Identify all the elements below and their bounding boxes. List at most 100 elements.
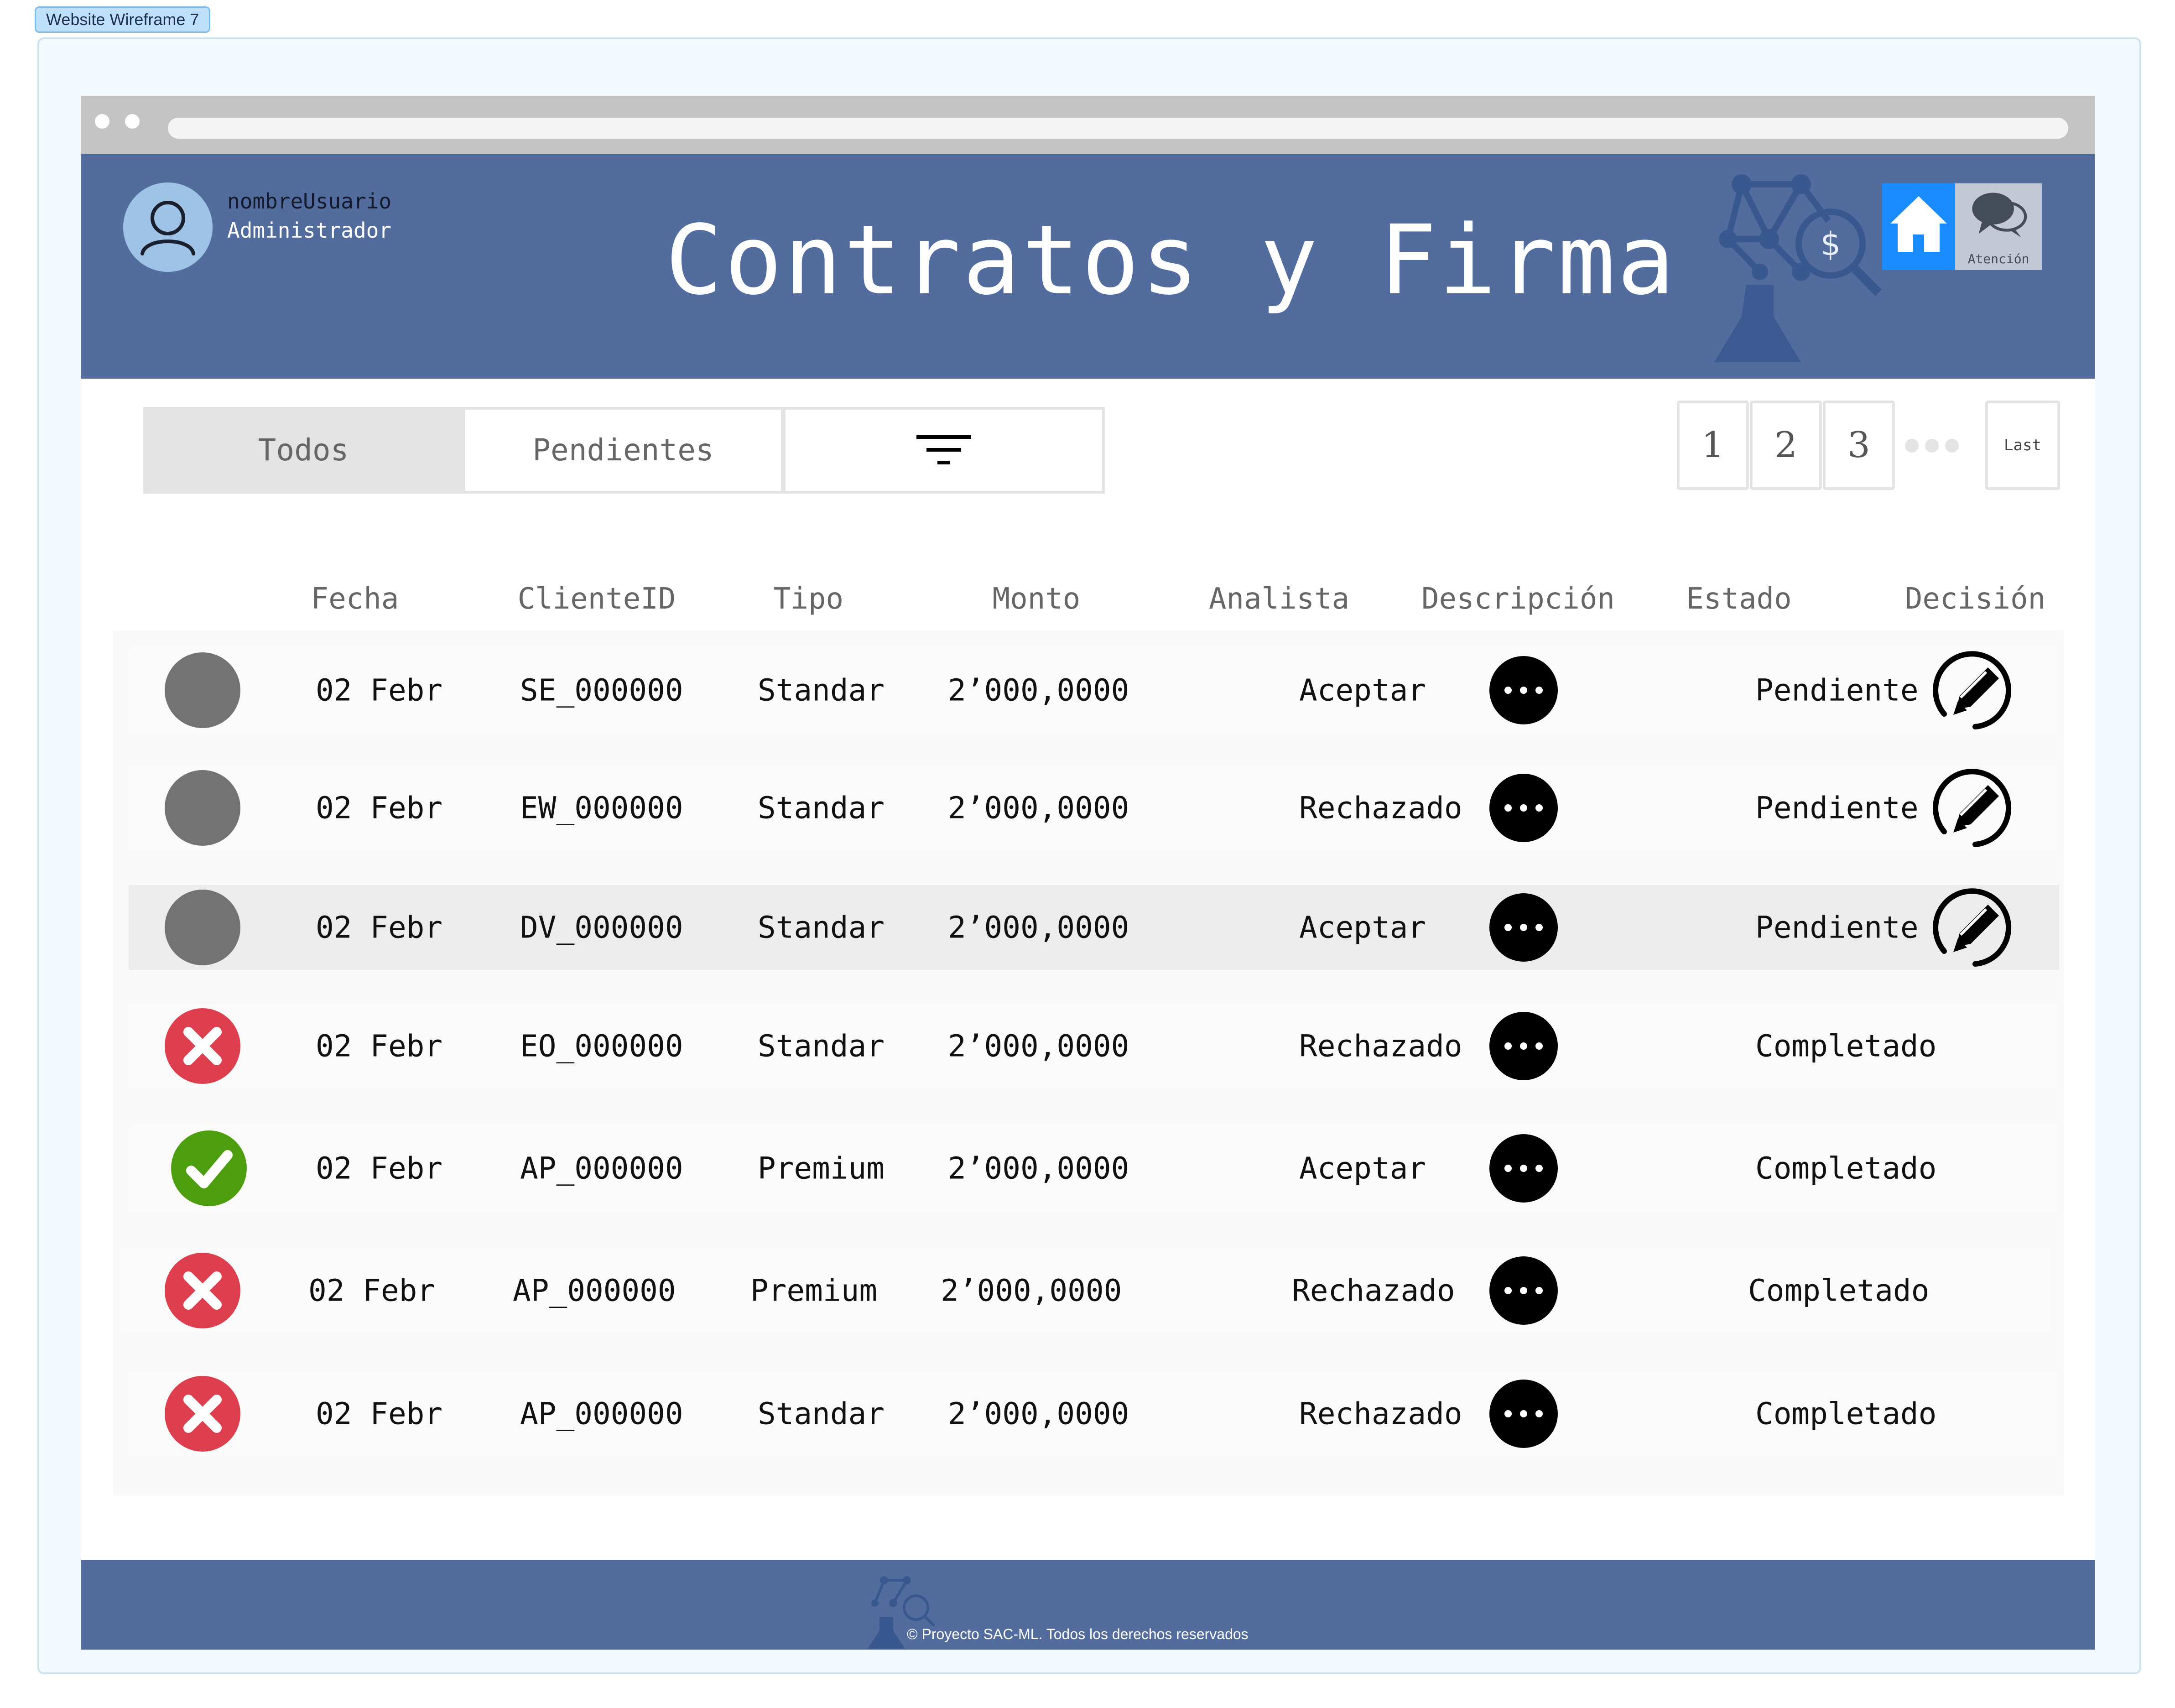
column-header[interactable]: ClienteID bbox=[518, 582, 676, 616]
page-button-2[interactable]: 2 bbox=[1750, 401, 1822, 490]
description-more-button[interactable] bbox=[1489, 1012, 1558, 1080]
cell-fecha: 02 Febr bbox=[316, 672, 443, 708]
table-row[interactable]: 02 Febr DV_000000 Standar 2’000,0000 Aceptar… bbox=[129, 885, 2059, 970]
logo-network-flask-icon: $ bbox=[1714, 174, 1882, 362]
more-dot bbox=[1520, 924, 1527, 931]
decision-edit-button[interactable] bbox=[1930, 646, 2020, 735]
cell-cliente-id: AP_000000 bbox=[513, 1273, 676, 1308]
attention-label: Atención bbox=[1967, 251, 2029, 266]
cell-analista: Aceptar bbox=[1299, 672, 1426, 708]
tab-todos[interactable]: Todos bbox=[143, 407, 463, 494]
column-header[interactable]: Descripción bbox=[1421, 582, 1615, 616]
cell-analista: Rechazado bbox=[1292, 1273, 1455, 1308]
user-role: Administrador bbox=[227, 218, 392, 243]
pagination-ellipsis bbox=[1905, 439, 1965, 454]
table-row[interactable]: 02 Febr EO_000000 Standar 2’000,0000 Rechaza… bbox=[129, 1004, 2059, 1088]
cell-cliente-id: DV_000000 bbox=[520, 910, 683, 945]
more-dot bbox=[1535, 924, 1543, 931]
more-dot bbox=[1520, 1042, 1527, 1050]
table-row[interactable]: 02 Febr AP_000000 Premium 2’000,0000 Rechaza… bbox=[121, 1248, 2052, 1333]
user-icon bbox=[140, 201, 195, 255]
chat-bubbles-icon bbox=[1972, 193, 2027, 238]
window-dot bbox=[95, 114, 109, 129]
description-more-button[interactable] bbox=[1489, 1134, 1558, 1203]
column-header[interactable]: Estado bbox=[1686, 582, 1791, 616]
cell-estado: Completado bbox=[1755, 1028, 1937, 1064]
column-header[interactable]: Decisión bbox=[1905, 582, 2045, 616]
cell-monto: 2’000,0000 bbox=[948, 910, 1129, 945]
status-pending-indicator bbox=[165, 770, 240, 846]
svg-text:$: $ bbox=[1821, 225, 1841, 263]
pencil-edit-icon bbox=[1933, 651, 2012, 729]
more-dot bbox=[1520, 687, 1527, 694]
cell-fecha: 02 Febr bbox=[316, 790, 443, 826]
home-icon bbox=[1890, 196, 1947, 252]
cell-cliente-id: SE_000000 bbox=[520, 672, 683, 708]
cell-estado: Completado bbox=[1755, 1151, 1937, 1186]
more-dot bbox=[1535, 1165, 1543, 1172]
cell-analista: Rechazado bbox=[1299, 1028, 1462, 1064]
cell-monto: 2’000,0000 bbox=[948, 1396, 1129, 1432]
cell-cliente-id: AP_000000 bbox=[520, 1151, 683, 1186]
more-dot bbox=[1535, 1410, 1543, 1417]
cell-estado: Completado bbox=[1755, 1396, 1937, 1432]
cell-monto: 2’000,0000 bbox=[941, 1273, 1122, 1308]
cell-tipo: Standar bbox=[757, 1396, 885, 1432]
cell-analista: Rechazado bbox=[1299, 1396, 1462, 1432]
cell-monto: 2’000,0000 bbox=[948, 1028, 1129, 1064]
cell-estado: Pendiente bbox=[1755, 672, 1919, 708]
description-more-button[interactable] bbox=[1489, 1256, 1558, 1325]
page-button-last[interactable]: Last bbox=[1985, 401, 2060, 490]
table-row[interactable]: 02 Febr SE_000000 Standar 2’000,0000 Aceptar… bbox=[129, 648, 2059, 733]
cell-tipo: Standar bbox=[757, 790, 885, 826]
decision-edit-button[interactable] bbox=[1930, 883, 2020, 972]
attention-button[interactable]: Atención bbox=[1955, 183, 2042, 270]
table-row[interactable]: 02 Febr AP_000000 Premium 2’000,0000 Aceptar… bbox=[129, 1126, 2059, 1211]
more-dot bbox=[1504, 804, 1512, 812]
decision-edit-button[interactable] bbox=[1930, 763, 2020, 853]
page-title: Contratos y Firma bbox=[665, 204, 1677, 316]
tab-pendientes[interactable]: Pendientes bbox=[463, 407, 784, 494]
cell-fecha: 02 Febr bbox=[316, 1396, 443, 1432]
column-header[interactable]: Fecha bbox=[311, 582, 399, 616]
status-rejected-icon bbox=[165, 1253, 240, 1328]
cell-tipo: Standar bbox=[757, 672, 885, 708]
user-avatar[interactable] bbox=[123, 182, 213, 272]
description-more-button[interactable] bbox=[1489, 656, 1558, 724]
cell-estado: Pendiente bbox=[1755, 790, 1919, 826]
cell-fecha: 02 Febr bbox=[316, 1151, 443, 1186]
description-more-button[interactable] bbox=[1489, 893, 1558, 962]
page-button-1[interactable]: 1 bbox=[1677, 401, 1749, 490]
column-header[interactable]: Analista bbox=[1209, 582, 1349, 616]
column-header[interactable]: Tipo bbox=[773, 582, 843, 616]
more-dot bbox=[1520, 1410, 1527, 1417]
page: nombreUsuario Administrador Contratos y … bbox=[81, 154, 2095, 1650]
more-dot bbox=[1535, 1042, 1543, 1050]
table-row[interactable]: 02 Febr AP_000000 Standar 2’000,0000 Rechaza… bbox=[129, 1371, 2059, 1456]
cell-cliente-id: EW_000000 bbox=[520, 790, 683, 826]
more-dot bbox=[1520, 1287, 1527, 1294]
cell-monto: 2’000,0000 bbox=[948, 790, 1129, 826]
pencil-edit-icon bbox=[1933, 888, 2012, 967]
table-row[interactable]: 02 Febr EW_000000 Standar 2’000,0000 Rechaza… bbox=[129, 765, 2059, 850]
more-dot bbox=[1504, 924, 1512, 931]
filter-button[interactable] bbox=[783, 407, 1105, 494]
description-more-button[interactable] bbox=[1489, 774, 1558, 842]
frame-label: Website Wireframe 7 bbox=[35, 6, 211, 33]
home-button[interactable] bbox=[1882, 183, 1955, 270]
cell-tipo: Standar bbox=[757, 1028, 885, 1064]
page-button-3[interactable]: 3 bbox=[1823, 401, 1895, 490]
cell-cliente-id: EO_000000 bbox=[520, 1028, 683, 1064]
more-dot bbox=[1504, 687, 1512, 694]
cell-analista: Aceptar bbox=[1299, 1151, 1426, 1186]
more-dot bbox=[1535, 804, 1543, 812]
address-bar[interactable] bbox=[168, 118, 2068, 139]
cell-cliente-id: AP_000000 bbox=[520, 1396, 683, 1432]
cell-fecha: 02 Febr bbox=[308, 1273, 436, 1308]
cell-fecha: 02 Febr bbox=[316, 910, 443, 945]
browser-chrome bbox=[81, 96, 2095, 154]
description-more-button[interactable] bbox=[1489, 1380, 1558, 1448]
column-header[interactable]: Monto bbox=[993, 582, 1081, 616]
cell-estado: Completado bbox=[1748, 1273, 1930, 1308]
cell-monto: 2’000,0000 bbox=[948, 672, 1129, 708]
